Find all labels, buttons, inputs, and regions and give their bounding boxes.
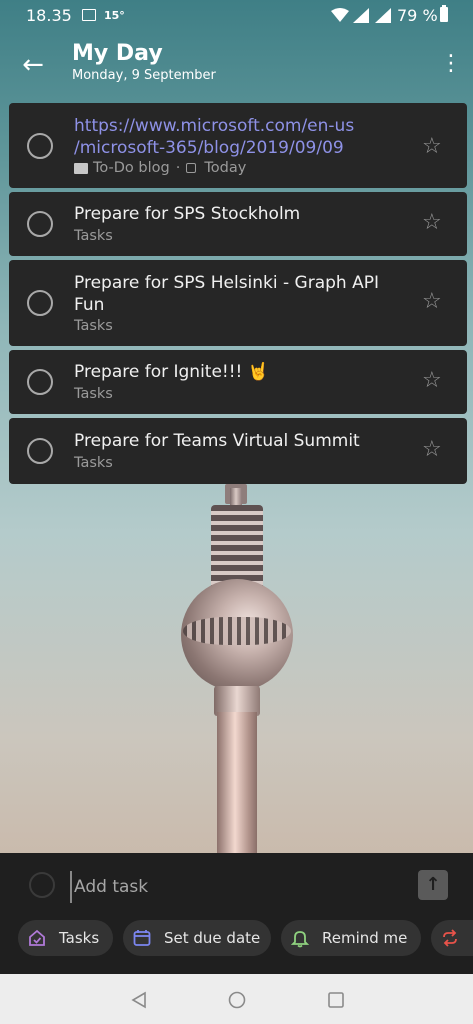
app-header: ← My Day Monday, 9 September ⋮ — [0, 32, 473, 98]
task-title-line: Fun — [74, 295, 105, 315]
repeat-icon — [443, 929, 457, 947]
status-bar: 18.35 15° 79 % — [0, 0, 473, 32]
chip-remind-me[interactable]: Remind me — [281, 920, 421, 956]
system-nav-bar — [0, 974, 473, 1024]
task-list-name: Tasks — [74, 455, 113, 471]
wifi-icon — [331, 8, 349, 22]
calendar-icon — [133, 930, 151, 946]
task-meta: To-Do blog · Today — [74, 160, 246, 176]
task-list-name: Tasks — [74, 318, 113, 334]
task-title: Prepare for Teams Virtual Summit — [74, 431, 360, 451]
tower-sphere-band — [183, 617, 291, 645]
star-icon[interactable]: ☆ — [422, 437, 442, 462]
signal-icon — [353, 8, 369, 23]
calendar-small-icon — [186, 163, 197, 173]
bell-icon — [290, 931, 310, 948]
more-vertical-icon[interactable]: ⋮ — [440, 50, 462, 80]
chip-repeat[interactable] — [431, 920, 473, 956]
status-time: 18.35 — [26, 6, 72, 25]
task-complete-checkbox[interactable] — [27, 438, 53, 464]
add-task-panel: ↑ Tasks Set due date Remind me — [0, 853, 473, 974]
star-icon[interactable]: ☆ — [422, 368, 442, 393]
task-due-date: Today — [204, 160, 247, 176]
home-list-icon — [29, 929, 45, 946]
newspaper-icon — [74, 162, 88, 174]
square-recents-icon[interactable] — [327, 991, 345, 1009]
task-item[interactable]: Prepare for Teams Virtual Summit Tasks ☆ — [9, 418, 467, 484]
task-title: Prepare for SPS Stockholm — [74, 204, 301, 224]
add-task-input[interactable] — [70, 871, 406, 903]
chip-label: Tasks — [59, 929, 100, 947]
image-notification-icon — [82, 9, 96, 21]
task-title: Prepare for SPS Helsinki - Graph API Fun — [74, 272, 392, 316]
chip-label: Remind me — [322, 929, 408, 947]
signal-icon — [375, 8, 391, 23]
task-item[interactable]: Prepare for SPS Helsinki - Graph API Fun… — [9, 260, 467, 346]
battery-percentage: 79 % — [397, 6, 438, 25]
task-item[interactable]: Prepare for Ignite!!! 🤘 Tasks ☆ — [9, 350, 467, 414]
task-title-line: /microsoft-365/blog/2019/09/09 — [74, 138, 344, 158]
meta-separator: · — [175, 160, 181, 176]
task-list-name: Tasks — [74, 228, 113, 244]
star-icon[interactable]: ☆ — [422, 210, 442, 235]
task-list-name: To-Do blog — [93, 160, 170, 176]
battery-icon — [440, 5, 448, 22]
page-title: My Day — [72, 41, 163, 66]
chip-tasks[interactable]: Tasks — [18, 920, 113, 956]
task-title: Prepare for Ignite!!! 🤘 — [74, 362, 269, 382]
tower-antenna — [211, 505, 263, 589]
tower-shaft — [217, 712, 257, 872]
star-icon[interactable]: ☆ — [422, 134, 442, 159]
task-title-line: Prepare for SPS Helsinki - Graph API — [74, 273, 380, 293]
task-item[interactable]: https://www.microsoft.com/en-us /microso… — [9, 103, 467, 188]
triangle-back-icon[interactable] — [130, 991, 148, 1009]
star-icon[interactable]: ☆ — [422, 289, 442, 314]
status-temperature: 15° — [104, 9, 125, 22]
arrow-left-icon[interactable]: ← — [18, 50, 48, 80]
task-complete-checkbox[interactable] — [27, 211, 53, 237]
chip-label: Set due date — [164, 929, 261, 947]
task-item[interactable]: Prepare for SPS Stockholm Tasks ☆ — [9, 192, 467, 256]
page-subtitle: Monday, 9 September — [72, 68, 216, 83]
add-task-circle-icon — [29, 872, 55, 898]
task-title-line: https://www.microsoft.com/en-us — [74, 116, 355, 136]
chip-set-due-date[interactable]: Set due date — [123, 920, 271, 956]
circle-home-icon[interactable] — [228, 991, 246, 1009]
arrow-up-icon[interactable]: ↑ — [418, 870, 448, 900]
task-complete-checkbox[interactable] — [27, 133, 53, 159]
task-complete-checkbox[interactable] — [27, 290, 53, 316]
task-complete-checkbox[interactable] — [27, 369, 53, 395]
task-title[interactable]: https://www.microsoft.com/en-us /microso… — [74, 115, 392, 159]
task-list-name: Tasks — [74, 386, 113, 402]
